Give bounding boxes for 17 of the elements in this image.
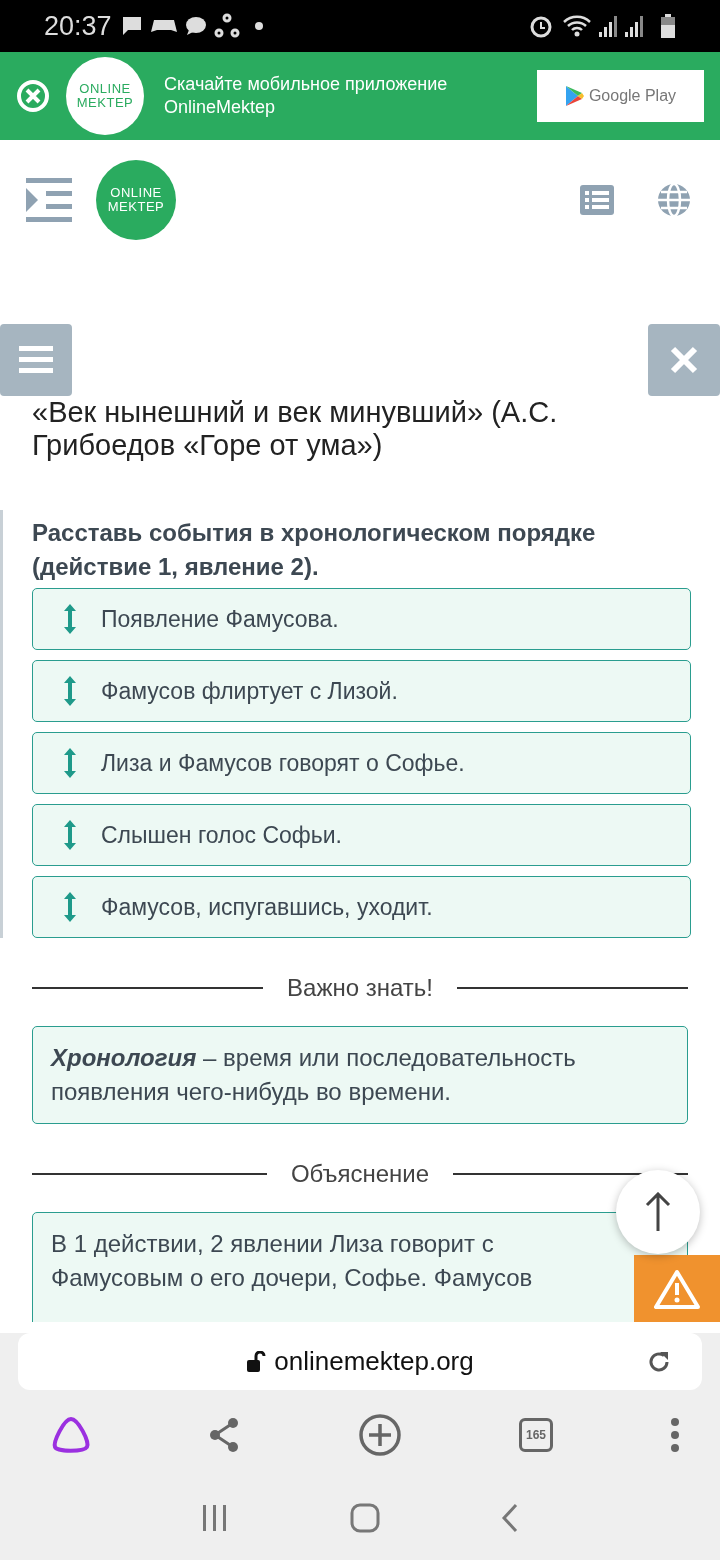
sortable-item[interactable]: Лиза и Фамусов говорят о Софье. <box>32 732 691 794</box>
definition-card: Хронология – время или последовательность появления чего-нибудь во времени. <box>32 1026 688 1124</box>
address-bar[interactable]: onlinemektep.org <box>18 1333 702 1390</box>
question-text: Расставь события в хронологическом порядке (действие 1, явление 2). <box>32 518 597 582</box>
sortable-item[interactable]: Появление Фамусова. <box>32 588 691 650</box>
sortable-item[interactable]: Слышен голос Софьи. <box>32 804 691 866</box>
banner-text: Скачайте мобильное приложение <box>164 73 449 96</box>
explanation-card: В 1 действии, 2 явлении Лиза говорит с Фамусовым о его дочери, Софье. Фамусов <box>32 1212 688 1322</box>
google-play-button[interactable]: Google Play <box>537 70 704 122</box>
page-title: «Век нынешний и век минувший» (А.С. Грибоедов «Горе от ума») <box>32 396 559 462</box>
sortable-item[interactable]: Фамусов флиртует с Лизой. <box>32 660 691 722</box>
section-heading: Объяснение <box>290 1159 430 1189</box>
section-heading: Важно знать! <box>287 973 433 1003</box>
tabs-counter[interactable]: 165 <box>519 1418 553 1452</box>
sortable-item[interactable]: Фамусов, испугавшись, уходит. <box>32 876 691 938</box>
clock-time: 20:37 <box>44 9 112 43</box>
banner-text: OnlineMektep <box>164 96 277 119</box>
